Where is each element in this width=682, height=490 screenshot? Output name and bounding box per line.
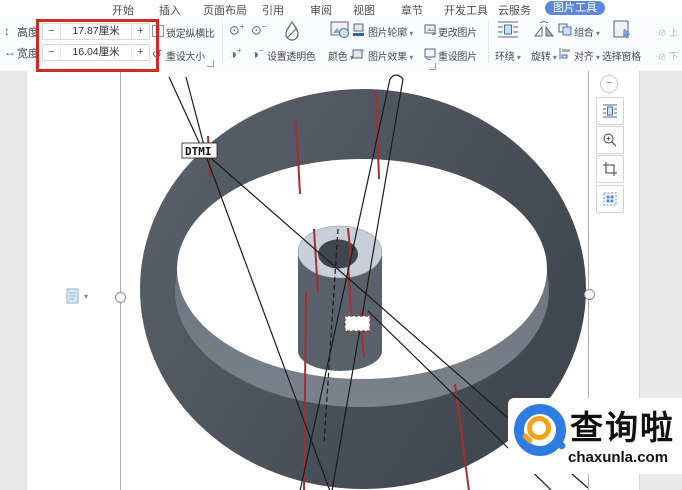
selection-pane-button[interactable]: 选择窗格 (602, 48, 641, 63)
picture-effects-icon (352, 48, 365, 59)
send-backward-button[interactable]: ⊘ 下 (658, 48, 679, 63)
selection-handle-left[interactable] (115, 292, 126, 303)
width-icon: ↔ (4, 45, 16, 59)
caret-down-icon: ▾ (409, 53, 414, 62)
ribbon-separator (222, 21, 223, 63)
brightness-down-button[interactable]: ⊙− (251, 22, 267, 38)
reset-picture-icon (424, 48, 436, 60)
watermark-title: 查询啦 (570, 411, 675, 447)
width-plus-button[interactable]: + (132, 45, 149, 60)
picture-effects-button[interactable]: 图片效果 ▾ (368, 48, 413, 63)
lock-aspect-label[interactable]: 锁定纵横比 (166, 25, 215, 40)
reset-size-button[interactable]: 重设大小 (166, 48, 205, 63)
contrast-down-button[interactable]: ◑− (251, 46, 264, 61)
toolbar-collapse-button[interactable]: − (600, 75, 618, 93)
transparent-color-icon (285, 20, 299, 41)
selection-handle-right[interactable] (584, 289, 595, 300)
layer-icon: ⊘ (658, 28, 667, 39)
color-button[interactable]: 颜色 ▾ (328, 48, 354, 63)
layer-icon: ⊘ (658, 52, 667, 63)
watermark-magnifier-icon (527, 416, 551, 440)
magnifier-plus-icon (603, 133, 617, 147)
tab-picture-tools-active[interactable]: 图片工具 (545, 1, 605, 15)
reset-picture-button[interactable]: 重设图片 (438, 48, 477, 63)
caret-down-icon: ▾ (552, 53, 557, 62)
height-label: 高度 (17, 27, 39, 39)
width-label: 宽度 (17, 48, 39, 60)
brightness-up-button[interactable]: ⊙+ (229, 22, 245, 38)
wrap-icon (498, 21, 518, 38)
selection-border-left[interactable] (120, 71, 121, 490)
float-wrap-button[interactable] (596, 97, 624, 125)
ribbon-separator (488, 21, 489, 63)
rotate-button[interactable]: 旋转 ▾ (531, 48, 557, 63)
cylinder-shape (297, 225, 383, 371)
height-icon: ↕ (4, 24, 10, 38)
dtmi-label: DTMI (181, 142, 218, 159)
float-zoom-button[interactable] (596, 126, 624, 154)
group-icon (558, 23, 572, 36)
svg-text:DTMI: DTMI (185, 145, 212, 158)
height-value[interactable]: 17.87厘米 (61, 24, 132, 39)
dashed-grid-icon (603, 192, 617, 206)
width-minus-button[interactable]: − (43, 45, 61, 60)
align-icon (559, 48, 570, 59)
height-plus-button[interactable]: + (132, 24, 149, 39)
crop-icon (603, 162, 617, 176)
menu-tab-bar: 开始 插入 页面布局 引用 审阅 视图 章节 开发工具 云服务 图片工具 (0, 0, 682, 17)
lock-aspect-checkbox[interactable]: ✓ (152, 25, 164, 37)
wrap-button[interactable]: 环绕 ▾ (495, 48, 521, 63)
rotate-icon (533, 21, 555, 37)
bring-forward-button[interactable]: ⊘ 上 (658, 24, 679, 39)
change-picture-icon (424, 24, 437, 35)
margin-page-icon[interactable] (66, 288, 80, 305)
change-picture-button[interactable]: 更改图片 (438, 24, 477, 39)
selection-pane-icon (613, 20, 631, 39)
color-icon (330, 21, 349, 38)
margin-page-caret-icon[interactable]: ▾ (84, 292, 88, 301)
contrast-up-button[interactable]: ◑+ (229, 46, 242, 61)
set-transparent-button[interactable]: 设置透明色 (267, 48, 316, 63)
caret-down-icon: ▾ (516, 53, 521, 62)
float-crop-button[interactable] (596, 155, 624, 183)
align-button[interactable]: 对齐 ▾ (574, 48, 600, 63)
height-minus-button[interactable]: − (43, 24, 61, 39)
adjust-dialog-launcher-icon[interactable] (429, 63, 436, 70)
float-layout-options-button[interactable] (596, 185, 624, 213)
caret-down-icon: ▾ (595, 29, 600, 38)
width-value[interactable]: 16.04厘米 (61, 45, 132, 60)
width-stepper[interactable]: − 16.04厘米 + (42, 44, 150, 61)
picture-tools-ribbon: ↕ 高度 − 17.87厘米 + ↔ 宽度 − 16.04厘米 + ✓ 锁定纵横… (0, 16, 682, 72)
wrap-icon (603, 104, 617, 118)
wps-window: 开始 插入 页面布局 引用 审阅 视图 章节 开发工具 云服务 图片工具 ↕ 高… (0, 0, 682, 490)
caret-down-icon: ▾ (595, 53, 600, 62)
watermark-domain: chaxunla.com (568, 449, 669, 466)
inner-selection-box (344, 315, 371, 332)
group-button[interactable]: 组合 ▾ (574, 24, 600, 39)
site-watermark: 查询啦 chaxunla.com (508, 398, 682, 474)
reset-size-icon: ↺ (152, 47, 163, 61)
picture-outline-icon (353, 23, 364, 36)
size-dialog-launcher-icon[interactable] (207, 60, 214, 67)
height-stepper[interactable]: − 17.87厘米 + (42, 23, 150, 40)
picture-outline-button[interactable]: 图片轮廓 ▾ (368, 24, 413, 39)
caret-down-icon: ▾ (409, 29, 414, 38)
